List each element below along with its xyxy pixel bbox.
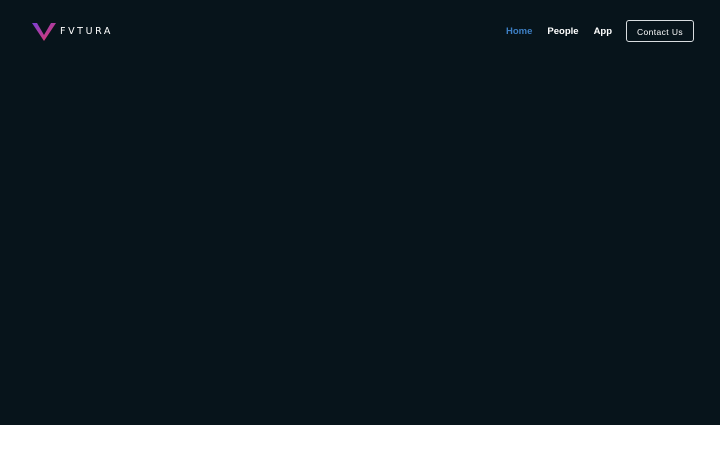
- content-section: [0, 425, 720, 450]
- nav-link-home[interactable]: Home: [506, 24, 532, 40]
- brand-logo-link[interactable]: FVTURA: [32, 22, 113, 42]
- contact-us-button[interactable]: Contact Us: [626, 20, 694, 42]
- main-nav: Home People App: [506, 24, 627, 40]
- brand-name: FVTURA: [60, 26, 114, 37]
- hero-section: FVTURA Home People App Contact Us: [0, 0, 720, 425]
- nav-link-people[interactable]: People: [547, 24, 578, 40]
- v-chevron-logo-icon: [32, 23, 56, 41]
- nav-link-app[interactable]: App: [594, 24, 612, 40]
- top-navbar: FVTURA Home People App Contact Us: [0, 0, 720, 64]
